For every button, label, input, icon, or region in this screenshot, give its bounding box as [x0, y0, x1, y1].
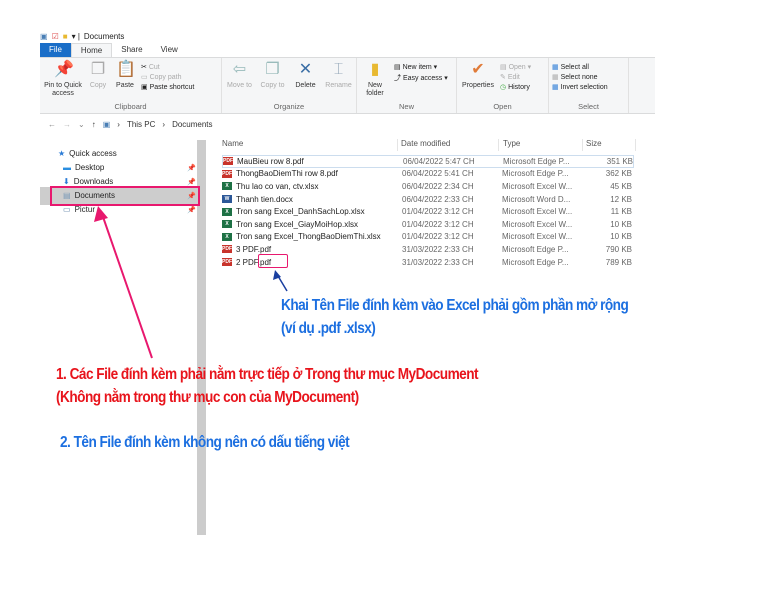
pink-arrow-line: [101, 213, 153, 359]
note-extension-line1: Khai Tên File đính kèm vào Excel phải gồ…: [281, 297, 629, 314]
blue-arrow-line: [277, 275, 288, 292]
note-extension-line2: (ví dụ .pdf .xlsx): [281, 320, 376, 337]
pink-arrow-head: [94, 206, 108, 222]
note-rule1-line2: (Không nằm trong thư mục con của MyDocum…: [56, 389, 359, 406]
note-rule2: 2. Tên File đính kèm không nên có dấu ti…: [60, 434, 350, 451]
note-rule1-line1: 1. Các File đính kèm phải nằm trực tiếp …: [56, 366, 479, 383]
